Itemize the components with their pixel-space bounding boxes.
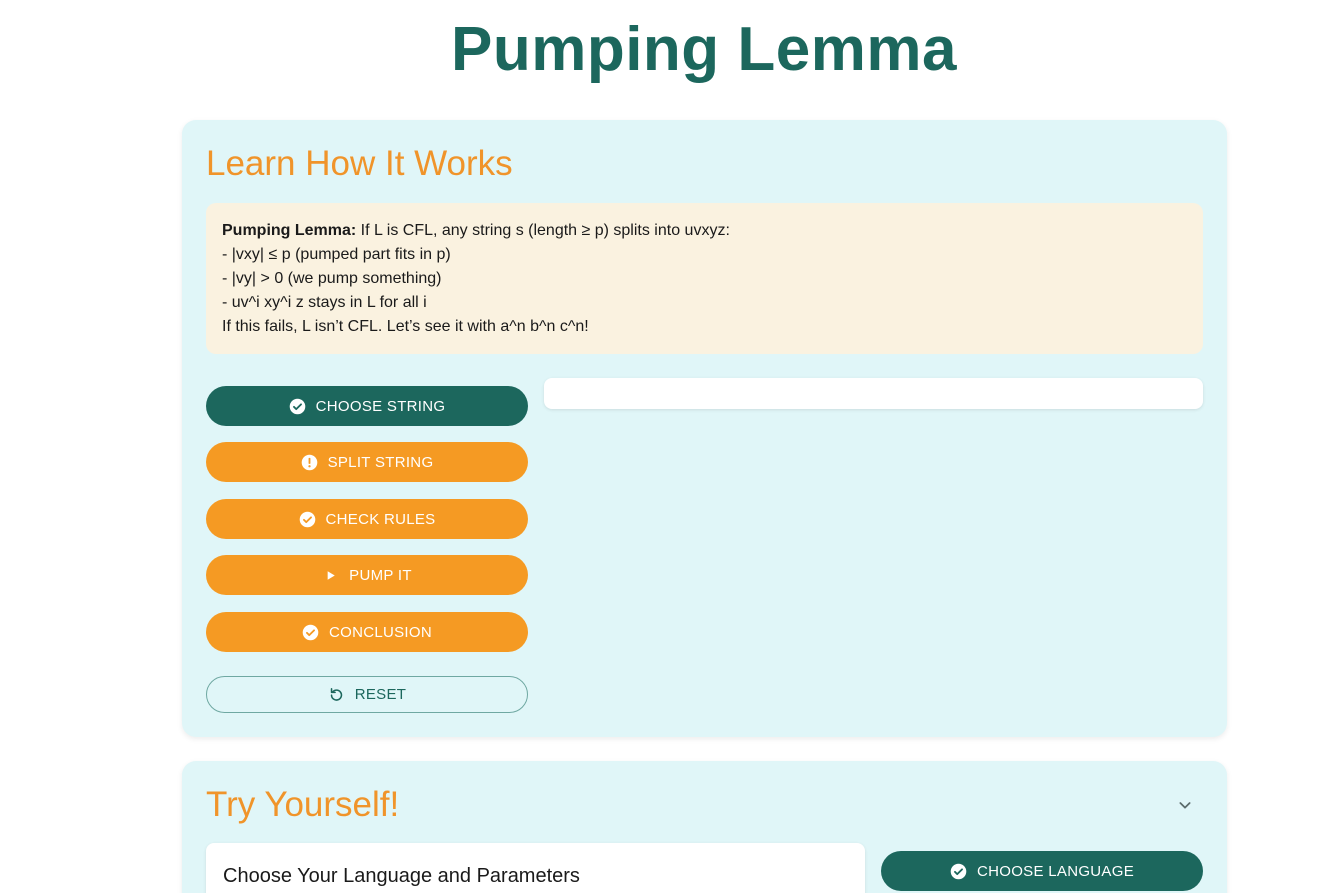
try-heading: Try Yourself! (206, 785, 400, 824)
step-output-panel (544, 378, 1203, 409)
lemma-line-1: If L is CFL, any string s (length ≥ p) s… (356, 222, 730, 239)
conclusion-button[interactable]: CONCLUSION (206, 612, 528, 652)
learn-card: Learn How It Works Pumping Lemma: If L i… (182, 120, 1227, 737)
lemma-info-box: Pumping Lemma: If L is CFL, any string s… (206, 203, 1203, 354)
reset-button[interactable]: RESET (206, 676, 528, 713)
language-parameters-panel: Choose Your Language and Parameters (206, 843, 865, 893)
parameters-title: Choose Your Language and Parameters (223, 865, 580, 887)
learn-heading: Learn How It Works (206, 144, 513, 183)
check-circle-icon (289, 398, 306, 415)
pump-it-label: PUMP IT (349, 566, 412, 584)
choose-string-button[interactable]: CHOOSE STRING (206, 386, 528, 426)
page-title: Pumping Lemma (450, 15, 957, 84)
check-circle-icon (950, 863, 967, 880)
lemma-line-4: - uv^i xy^i z stays in L for all i (222, 294, 427, 311)
lemma-line-2: - |vxy| ≤ p (pumped part fits in p) (222, 246, 451, 263)
try-card: Try Yourself! Choose Your Language and P… (182, 761, 1227, 893)
lemma-bold-label: Pumping Lemma: (222, 222, 357, 239)
choose-language-label: CHOOSE LANGUAGE (976, 862, 1135, 880)
refresh-icon (328, 686, 345, 703)
split-string-button[interactable]: SPLIT STRING (206, 442, 528, 482)
check-rules-button[interactable]: CHECK RULES (206, 499, 528, 539)
choose-language-button[interactable]: CHOOSE LANGUAGE (881, 851, 1203, 891)
reset-label: RESET (354, 686, 407, 703)
play-icon (322, 567, 339, 584)
split-string-label: SPLIT STRING (327, 453, 434, 471)
lemma-line-5: If this fails, L isn’t CFL. Let’s see it… (222, 318, 589, 335)
check-circle-icon (302, 624, 319, 641)
conclusion-label: CONCLUSION (328, 623, 432, 641)
alert-circle-icon (301, 454, 318, 471)
lemma-line-3: - |vy| > 0 (we pump something) (222, 270, 442, 287)
chevron-down-icon[interactable] (1177, 797, 1193, 813)
check-rules-label: CHECK RULES (325, 510, 436, 528)
choose-string-label: CHOOSE STRING (315, 397, 446, 415)
check-circle-icon (299, 511, 316, 528)
pump-it-button[interactable]: PUMP IT (206, 555, 528, 595)
